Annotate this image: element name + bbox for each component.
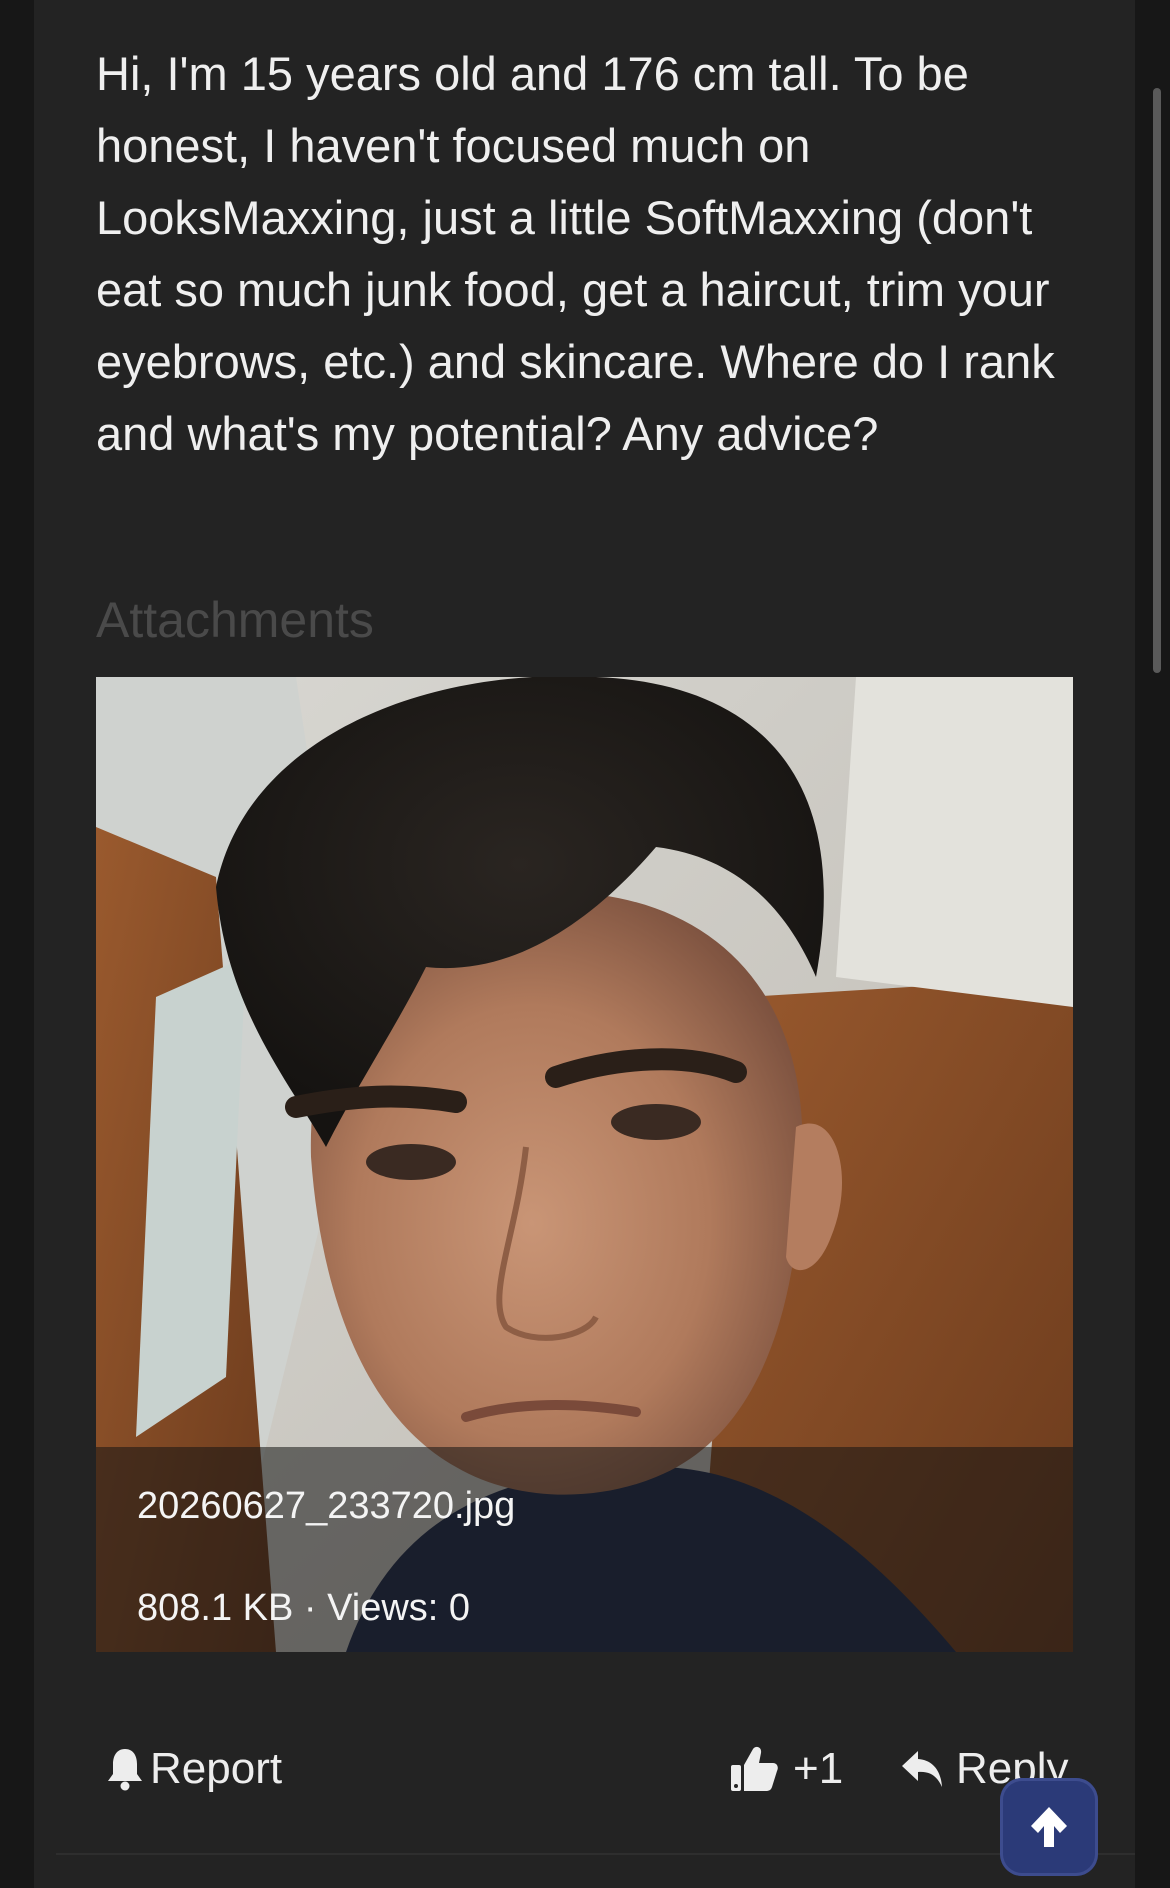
thumbs-up-icon <box>731 1746 778 1791</box>
attachments-heading: Attachments <box>96 592 374 648</box>
scroll-to-top-button[interactable] <box>1000 1778 1098 1876</box>
scrollbar-thumb[interactable] <box>1153 88 1161 673</box>
post-actions: Report +1 Reply <box>34 1735 1135 1805</box>
bell-icon <box>108 1749 142 1791</box>
like-button[interactable]: +1 <box>729 1739 843 1799</box>
report-label: Report <box>150 1744 283 1793</box>
report-button[interactable]: Report <box>106 1739 282 1799</box>
post-container: Hi, I'm 15 years old and 176 cm tall. To… <box>34 0 1135 1888</box>
attachment-thumbnail[interactable]: 20260627_233720.jpg 808.1 KB · Views: 0 <box>96 677 1073 1652</box>
attachment-meta: 808.1 KB · Views: 0 <box>137 1587 471 1629</box>
arrow-up-icon <box>1031 1807 1067 1847</box>
post-divider <box>56 1853 1135 1855</box>
post-body: Hi, I'm 15 years old and 176 cm tall. To… <box>96 47 1055 460</box>
attachment-filename[interactable]: 20260627_233720.jpg <box>137 1483 515 1529</box>
attachment-info-overlay: 20260627_233720.jpg 808.1 KB · Views: 0 <box>96 1447 1073 1652</box>
like-count: +1 <box>793 1744 844 1793</box>
reply-arrow-icon <box>902 1751 942 1787</box>
